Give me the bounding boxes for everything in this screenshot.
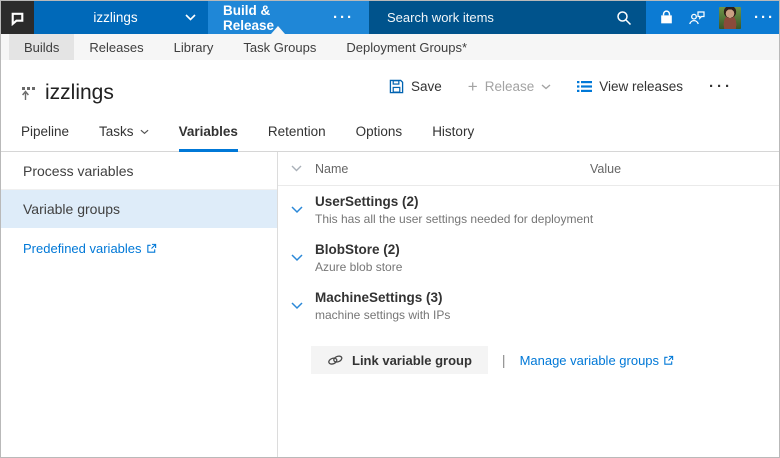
table-row[interactable]: BlobStore (2) Azure blob store — [278, 234, 779, 282]
tab-retention[interactable]: Retention — [268, 124, 326, 152]
chevron-down-icon — [185, 14, 196, 21]
top-bar: izzlings Build & Release ··· — [1, 1, 779, 34]
predefined-variables-link[interactable]: Predefined variables — [1, 228, 157, 256]
tab-options[interactable]: Options — [356, 124, 403, 152]
definition-header: izzlings Save + Release — [1, 60, 779, 110]
predefined-variables-label: Predefined variables — [23, 241, 142, 256]
link-icon — [327, 353, 344, 367]
link-variable-group-button[interactable]: Link variable group — [311, 346, 488, 374]
table-actions: Link variable group | Manage variable gr… — [311, 346, 779, 374]
variables-sidebar: Process variables Variable groups Predef… — [1, 152, 278, 457]
top-more-menu[interactable]: ··· — [754, 10, 775, 25]
search-box[interactable] — [369, 1, 646, 34]
save-label: Save — [411, 79, 442, 94]
tab-history[interactable]: History — [432, 124, 474, 152]
actions-separator: | — [502, 352, 506, 368]
expand-chevron-icon[interactable] — [278, 254, 315, 262]
column-header-name: Name — [315, 162, 590, 176]
chevron-down-icon — [541, 84, 551, 90]
hub-nav-releases[interactable]: Releases — [74, 34, 158, 60]
build-definition-icon — [21, 85, 37, 102]
project-name: izzlings — [46, 10, 185, 25]
expand-chevron-icon[interactable] — [278, 206, 315, 214]
app-window: izzlings Build & Release ··· — [0, 0, 780, 458]
marketplace-bag-icon[interactable] — [658, 9, 675, 26]
definition-tabs: Pipeline Tasks Variables Retention Optio… — [1, 116, 779, 152]
hub-more-menu[interactable]: ··· — [333, 10, 354, 25]
save-button[interactable]: Save — [389, 79, 442, 94]
tab-tasks-label: Tasks — [99, 124, 134, 139]
toolbar: Save + Release View releases — [389, 78, 733, 95]
hub-nav-library[interactable]: Library — [159, 34, 229, 60]
vsts-logo-icon — [9, 9, 26, 26]
variable-group-name: MachineSettings (3) — [315, 290, 779, 305]
hub-nav-builds[interactable]: Builds — [9, 34, 74, 60]
project-selector[interactable]: izzlings — [34, 1, 208, 34]
external-link-icon — [663, 355, 674, 366]
page-title: izzlings — [45, 81, 114, 105]
variable-group-description: This has all the user settings needed fo… — [315, 212, 779, 226]
hub-navigation: Builds Releases Library Task Groups Depl… — [1, 34, 779, 60]
view-releases-button[interactable]: View releases — [577, 79, 683, 94]
variable-groups-table: Name Value UserSettings (2) This has all… — [278, 152, 779, 457]
hub-nav-deployment-groups[interactable]: Deployment Groups* — [331, 34, 482, 60]
toolbar-more-menu[interactable]: ··· — [709, 79, 733, 94]
table-row[interactable]: MachineSettings (3) machine settings wit… — [278, 282, 779, 330]
hub-label[interactable]: Build & Release — [223, 3, 317, 33]
link-variable-group-label: Link variable group — [352, 353, 472, 368]
manage-variable-groups-link[interactable]: Manage variable groups — [520, 353, 674, 368]
chevron-down-icon — [140, 129, 149, 135]
search-input[interactable] — [387, 10, 616, 25]
release-button[interactable]: + Release — [468, 78, 551, 95]
feedback-icon[interactable] — [688, 9, 706, 26]
vsts-logo[interactable] — [1, 1, 34, 34]
sidebar-item-process-variables[interactable]: Process variables — [1, 152, 277, 190]
hub-build-release[interactable]: Build & Release ··· — [208, 1, 369, 34]
release-label: Release — [485, 79, 535, 94]
variable-group-name: UserSettings (2) — [315, 194, 779, 209]
column-header-value: Value — [590, 162, 779, 176]
tab-tasks[interactable]: Tasks — [99, 124, 149, 152]
main-content: Process variables Variable groups Predef… — [1, 152, 779, 457]
list-icon — [577, 80, 592, 93]
view-releases-label: View releases — [599, 79, 683, 94]
save-icon — [389, 79, 404, 94]
hub-nav-task-groups[interactable]: Task Groups — [228, 34, 331, 60]
search-icon[interactable] — [616, 10, 632, 26]
sidebar-item-variable-groups[interactable]: Variable groups — [1, 190, 277, 228]
external-link-icon — [146, 243, 157, 254]
variable-group-description: Azure blob store — [315, 260, 779, 274]
top-right-icons: ··· — [646, 1, 780, 34]
active-hub-caret — [271, 26, 285, 34]
collapse-all-chevron-icon[interactable] — [278, 165, 315, 172]
plus-icon: + — [468, 78, 478, 95]
table-row[interactable]: UserSettings (2) This has all the user s… — [278, 186, 779, 234]
user-avatar[interactable] — [719, 7, 741, 29]
manage-variable-groups-label: Manage variable groups — [520, 353, 659, 368]
variable-group-name: BlobStore (2) — [315, 242, 779, 257]
expand-chevron-icon[interactable] — [278, 302, 315, 310]
tab-pipeline[interactable]: Pipeline — [21, 124, 69, 152]
tab-variables[interactable]: Variables — [179, 124, 238, 152]
variable-group-description: machine settings with IPs — [315, 308, 779, 322]
table-header-row: Name Value — [278, 152, 779, 186]
